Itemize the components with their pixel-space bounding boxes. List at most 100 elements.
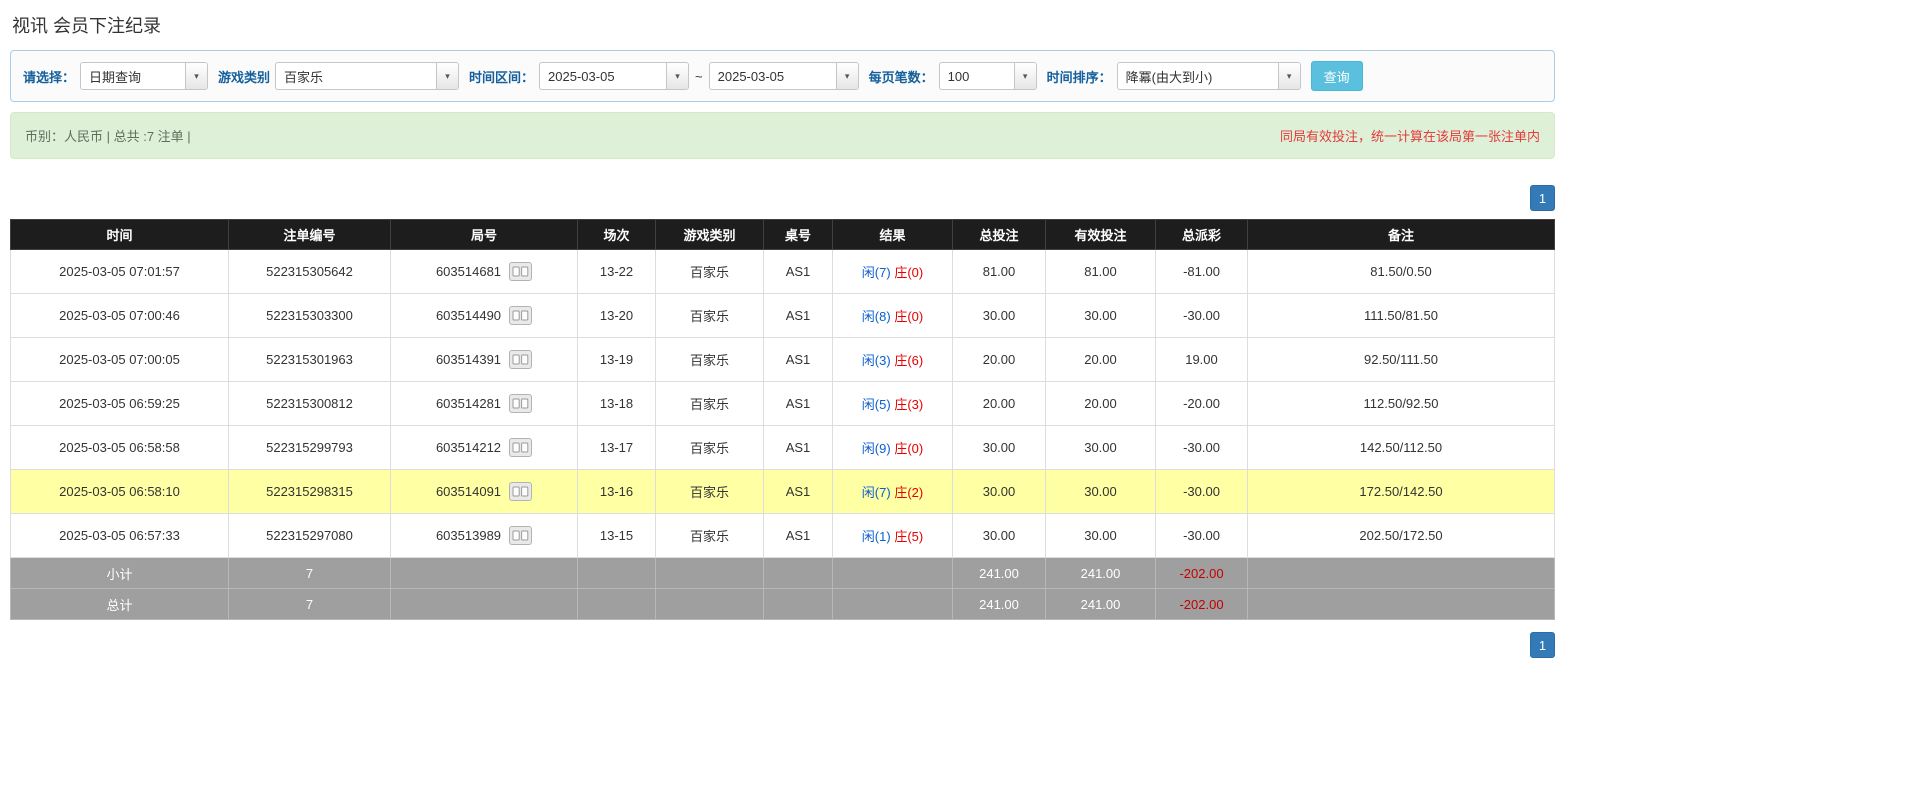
replay-icon[interactable] (509, 438, 532, 457)
cell-time: 2025-03-05 06:59:25 (11, 382, 229, 426)
cell-total-bet[interactable]: 30.00 (953, 426, 1046, 470)
cell-result: 闲(3) 庄(6) (833, 338, 953, 382)
cell-valid-bet: 30.00 (1046, 514, 1156, 558)
header-game-type: 游戏类别 (656, 220, 764, 250)
cell-table-no: AS1 (764, 426, 833, 470)
cell-game-type: 百家乐 (656, 514, 764, 558)
result-banker: 庄(3) (894, 397, 923, 412)
subtotal-total-bet: 241.00 (953, 558, 1046, 589)
cell-bet-id: 522315300812 (229, 382, 391, 426)
date-from-select[interactable]: 2025-03-05 ▾ (539, 62, 689, 90)
table-body: 2025-03-05 07:01:57522315305642 603514681… (11, 250, 1555, 558)
result-banker: 庄(6) (894, 353, 923, 368)
game-type-value: 百家乐 (276, 63, 436, 89)
cell-payout: -30.00 (1156, 470, 1248, 514)
cell-time: 2025-03-05 07:00:05 (11, 338, 229, 382)
table-row: 2025-03-05 07:00:05522315301963 603514391… (11, 338, 1555, 382)
cell-valid-bet: 30.00 (1046, 426, 1156, 470)
replay-icon[interactable] (509, 526, 532, 545)
table-row: 2025-03-05 07:01:57522315305642 603514681… (11, 250, 1555, 294)
game-type-select[interactable]: 百家乐 ▾ (275, 62, 459, 90)
cell-total-bet[interactable]: 20.00 (953, 382, 1046, 426)
date-to-select[interactable]: 2025-03-05 ▾ (709, 62, 859, 90)
chevron-down-icon[interactable]: ▾ (1278, 63, 1300, 89)
summary-notice: 同局有效投注，统一计算在该局第一张注单内 (1280, 126, 1540, 145)
page-button-1[interactable]: 1 (1530, 632, 1555, 658)
subtotal-row: 小计 7 241.00 241.00 -202.00 (11, 558, 1555, 589)
result-player: 闲(7) (862, 485, 891, 500)
subtotal-payout: -202.00 (1156, 558, 1248, 589)
chevron-down-icon[interactable]: ▾ (1014, 63, 1036, 89)
chevron-down-icon[interactable]: ▾ (185, 63, 207, 89)
result-player: 闲(1) (862, 529, 891, 544)
result-banker: 庄(0) (894, 265, 923, 280)
result-player: 闲(8) (862, 309, 891, 324)
cell-total-bet[interactable]: 20.00 (953, 338, 1046, 382)
cell-round-id: 603514091 (436, 484, 501, 499)
cell-round-id: 603514681 (436, 264, 501, 279)
cell-session: 13-17 (578, 426, 656, 470)
table-row: 2025-03-05 06:59:25522315300812603514281… (11, 382, 1555, 426)
cell-valid-bet: 30.00 (1046, 294, 1156, 338)
result-banker: 庄(5) (894, 529, 923, 544)
cell-game-type: 百家乐 (656, 426, 764, 470)
page: 视讯 会员下注纪录 请选择： 日期查询 ▾ 游戏类别 百家乐 ▾ 时间区间： 2… (0, 0, 1565, 678)
chevron-down-icon[interactable]: ▾ (436, 63, 458, 89)
result-player: 闲(3) (862, 353, 891, 368)
game-type-label: 游戏类别 (218, 67, 270, 86)
cell-round-id: 603514391 (436, 352, 501, 367)
chevron-down-icon[interactable]: ▾ (836, 63, 858, 89)
cell-time: 2025-03-05 07:01:57 (11, 250, 229, 294)
replay-icon[interactable] (509, 306, 532, 325)
cell-bet-id: 522315298315 (229, 470, 391, 514)
search-button[interactable]: 查询 (1311, 61, 1363, 91)
cell-session: 13-15 (578, 514, 656, 558)
query-type-select[interactable]: 日期查询 ▾ (80, 62, 208, 90)
replay-icon[interactable] (509, 482, 532, 501)
cell-total-bet[interactable]: 30.00 (953, 470, 1046, 514)
cell-result: 闲(7) 庄(2) (833, 470, 953, 514)
page-size-value: 100 (940, 63, 1014, 89)
date-range-separator: ~ (695, 69, 703, 84)
cell-valid-bet: 81.00 (1046, 250, 1156, 294)
chevron-down-icon[interactable]: ▾ (666, 63, 688, 89)
cell-payout: -30.00 (1156, 514, 1248, 558)
header-bet-id: 注单编号 (229, 220, 391, 250)
cell-payout: -30.00 (1156, 426, 1248, 470)
replay-icon[interactable] (509, 350, 532, 369)
subtotal-label: 小计 (11, 558, 229, 589)
page-size-select[interactable]: 100 ▾ (939, 62, 1037, 90)
cell-bet-id: 522315301963 (229, 338, 391, 382)
page-button-1[interactable]: 1 (1530, 185, 1555, 211)
replay-icon[interactable] (509, 394, 532, 413)
result-player: 闲(5) (862, 397, 891, 412)
header-round-id: 局号 (391, 220, 578, 250)
filter-bar: 请选择： 日期查询 ▾ 游戏类别 百家乐 ▾ 时间区间： 2025-03-05 … (10, 50, 1555, 102)
cell-round-id: 603513989 (436, 528, 501, 543)
table-row: 2025-03-05 06:57:33522315297080603513989… (11, 514, 1555, 558)
cell-bet-id: 522315305642 (229, 250, 391, 294)
header-valid-bet: 有效投注 (1046, 220, 1156, 250)
header-session: 场次 (578, 220, 656, 250)
cell-game-type: 百家乐 (656, 382, 764, 426)
cell-game-type: 百家乐 (656, 338, 764, 382)
cell-total-bet[interactable]: 30.00 (953, 514, 1046, 558)
summary-currency-count: 币别：人民币 | 总共 :7 注单 | (25, 126, 191, 145)
cell-total-bet[interactable]: 30.00 (953, 294, 1046, 338)
cell-session: 13-20 (578, 294, 656, 338)
result-player: 闲(9) (862, 441, 891, 456)
cell-remark: 142.50/112.50 (1248, 426, 1555, 470)
header-remark: 备注 (1248, 220, 1555, 250)
cell-result: 闲(9) 庄(0) (833, 426, 953, 470)
cell-remark: 112.50/92.50 (1248, 382, 1555, 426)
cell-total-bet[interactable]: 81.00 (953, 250, 1046, 294)
result-banker: 庄(0) (894, 441, 923, 456)
pagination-top: 1 (10, 185, 1555, 211)
cell-remark: 81.50/0.50 (1248, 250, 1555, 294)
sort-select[interactable]: 降冪(由大到小) ▾ (1117, 62, 1301, 90)
sort-value: 降冪(由大到小) (1118, 63, 1278, 89)
select-label: 请选择： (23, 67, 75, 86)
pagination-bottom: 1 (10, 632, 1555, 658)
table-header: 时间 注单编号 局号 场次 游戏类别 桌号 结果 总投注 有效投注 总派彩 备注 (11, 220, 1555, 250)
replay-icon[interactable] (509, 262, 532, 281)
